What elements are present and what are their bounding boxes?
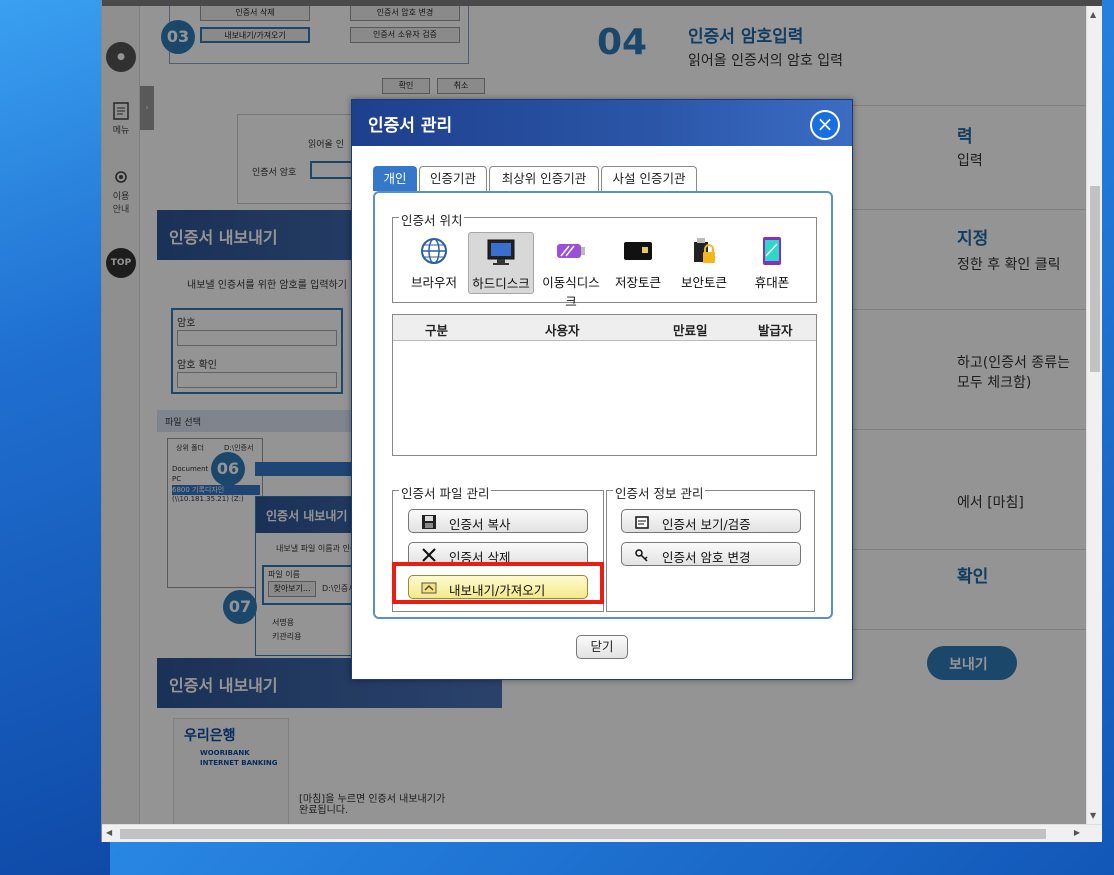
cert-location-legend: 인증서 위치 [399,210,465,229]
horizontal-scroll-thumb[interactable] [120,829,1046,839]
tab-private-ca[interactable]: 사설 인증기관 [601,166,697,191]
vertical-scrollbar[interactable]: ▲ ▼ [1086,6,1102,824]
location-phone[interactable]: 휴대폰 [739,232,805,294]
info-mgmt-legend: 인증서 정보 관리 [613,483,706,502]
location-security-token-label: 보안토큰 [680,275,727,290]
monitor-icon [487,239,515,265]
scroll-up-icon[interactable]: ▲ [1090,10,1096,19]
copy-cert-label: 인증서 복사 [449,517,511,532]
location-browser-label: 브라우저 [410,275,457,290]
change-pw-label: 인증서 암호 변경 [662,550,751,565]
dialog-title: 인증서 관리 [368,116,453,136]
copy-cert-button[interactable]: 인증서 복사 [408,509,588,533]
cert-list-header: 구분 사용자 만료일 발급자 [393,315,816,341]
desktop-background [0,0,110,875]
tab-root-ca[interactable]: 최상위 인증기관 [489,166,599,191]
smartcard-icon [624,242,652,260]
location-removable-label: 이동식디스크 [542,275,600,309]
view-verify-label: 인증서 보기/검증 [662,517,751,532]
location-harddisk-label: 하드디스크 [472,276,530,291]
cert-panel: 인증서 위치 브라우저 하드디스크 이동식디스크 저장토큰 보안토큰 휴대폰 구… [373,191,833,619]
view-verify-button[interactable]: 인증서 보기/검증 [621,509,801,533]
location-browser[interactable]: 브라우저 [401,232,467,294]
close-icon[interactable]: × [810,110,840,140]
horizontal-scrollbar[interactable]: ◀ ▶ [102,824,1102,842]
file-mgmt-legend: 인증서 파일 관리 [399,483,492,502]
scroll-down-icon[interactable]: ▼ [1090,811,1096,820]
col-issuer: 발급자 [758,323,793,338]
location-removable[interactable]: 이동식디스크 [538,232,604,309]
change-pw-button[interactable]: 인증서 암호 변경 [621,542,801,566]
tab-personal[interactable]: 개인 [373,166,417,191]
cert-list-table[interactable]: 구분 사용자 만료일 발급자 [392,314,817,456]
col-type: 구분 [425,323,449,338]
highlight-annotation [392,562,604,604]
dialog-title-bar: 인증서 관리 × [352,100,852,146]
location-security-token[interactable]: 보안토큰 [671,232,737,294]
info-mgmt-group: 인증서 정보 관리 인증서 보기/검증 인증서 암호 변경 [606,483,815,612]
col-user: 사용자 [545,323,580,338]
certificate-view-icon [635,516,649,529]
delete-x-icon [422,548,436,562]
scroll-right-icon[interactable]: ▶ [1074,828,1080,837]
scroll-left-icon[interactable]: ◀ [106,828,112,837]
phone-icon [763,237,781,265]
location-storage-token-label: 저장토큰 [614,275,661,290]
globe-icon [421,238,447,264]
lock-token-icon [694,238,715,263]
cert-location-group: 인증서 위치 브라우저 하드디스크 이동식디스크 저장토큰 보안토큰 휴대폰 [392,210,817,309]
location-phone-label: 휴대폰 [754,275,790,290]
usb-drive-icon [557,244,585,258]
location-storage-token[interactable]: 저장토큰 [605,232,671,294]
location-harddisk[interactable]: 하드디스크 [468,232,534,294]
col-expiry: 만료일 [673,323,708,338]
tab-ca[interactable]: 인증기관 [419,166,487,191]
vertical-scroll-thumb[interactable] [1090,186,1100,372]
close-button[interactable]: 닫기 [576,635,628,659]
key-lock-icon [635,549,648,562]
floppy-icon [422,515,436,529]
